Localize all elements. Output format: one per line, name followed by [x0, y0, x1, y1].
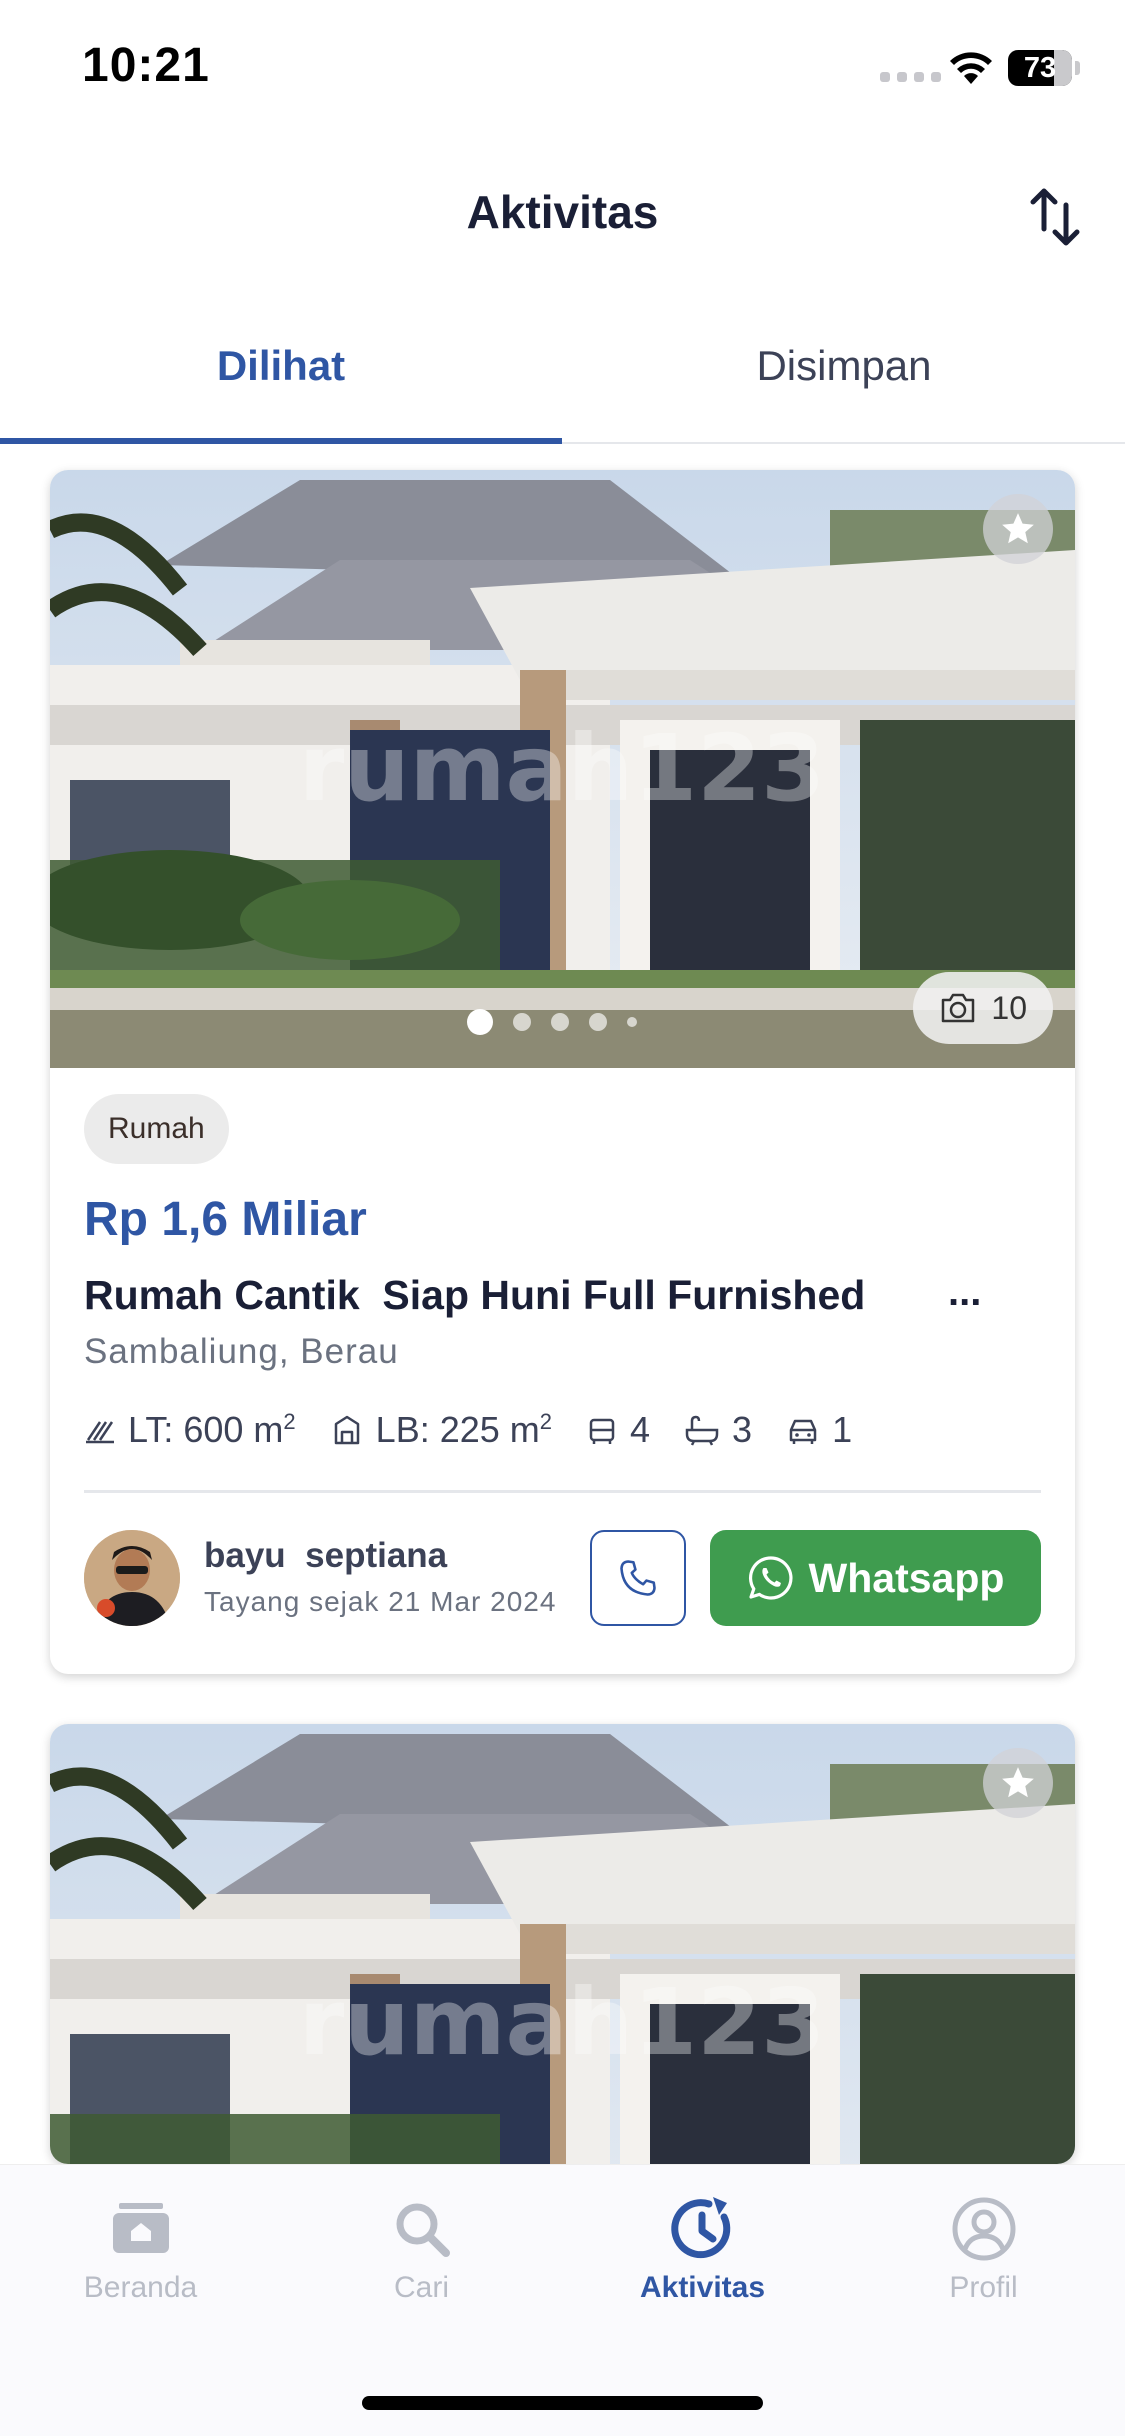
camera-icon	[942, 993, 975, 1023]
building-area-icon	[334, 1415, 359, 1445]
nav-label: Profil	[949, 2271, 1018, 2304]
nav-label: Aktivitas	[639, 2271, 766, 2304]
photo-count: 10	[991, 989, 1027, 1026]
agent-name[interactable]: bayu septiana	[204, 1536, 447, 1576]
status-bar: 10:21 73	[0, 0, 1125, 140]
listing-price: Rp 1,6 Miliar	[84, 1193, 367, 1246]
page-title: Aktivitas	[466, 186, 659, 238]
tab-disimpan[interactable]: Disimpan	[563, 310, 1125, 444]
call-button[interactable]	[590, 1530, 686, 1626]
header: Aktivitas	[0, 160, 1125, 270]
agent-avatar[interactable]	[84, 1530, 180, 1626]
favorite-button[interactable]	[983, 494, 1053, 564]
star-icon	[1002, 1767, 1034, 1798]
land-area-icon	[86, 1421, 114, 1444]
search-icon	[396, 2203, 450, 2257]
home-icon	[112, 2203, 169, 2253]
listing-title[interactable]: Rumah Cantik Siap Huni Full Furnished	[84, 1272, 865, 1319]
title-ellipsis: ...	[948, 1270, 982, 1314]
building-area-spec: LB: 225 m2	[330, 1409, 552, 1451]
tab-indicator	[0, 438, 562, 444]
battery-level: 73	[1023, 52, 1057, 84]
car-icon	[789, 1419, 817, 1444]
sort-button[interactable]	[1025, 185, 1085, 249]
property-type-chip: Rumah	[84, 1094, 229, 1164]
status-time: 10:21	[82, 39, 210, 92]
nav-beranda[interactable]: Beranda	[0, 2195, 281, 2305]
listing-location: Sambaliung, Berau	[84, 1332, 399, 1371]
nav-label: Cari	[393, 2271, 449, 2304]
wifi-icon	[950, 52, 992, 84]
bathroom-spec: 3	[684, 1409, 752, 1451]
whatsapp-label: Whatsapp	[808, 1554, 1005, 1601]
listing-photo[interactable]: rumah123	[50, 1724, 1075, 2164]
tab-bar: Dilihat Disimpan	[0, 310, 1125, 444]
bed-icon	[589, 1418, 615, 1444]
photo-watermark: rumah123	[299, 1969, 825, 2076]
profile-icon	[952, 2197, 1015, 2261]
nav-cari[interactable]: Cari	[281, 2195, 562, 2305]
nav-label: Beranda	[83, 2271, 198, 2304]
tab-dilihat[interactable]: Dilihat	[0, 310, 562, 444]
battery-icon: 73	[1008, 50, 1080, 86]
listing-date: Tayang sejak 21 Mar 2024	[204, 1586, 557, 1617]
listing-card[interactable]: rumah123	[50, 1724, 1075, 2164]
garage-spec: 1	[786, 1409, 852, 1451]
bathtub-icon	[685, 1415, 719, 1446]
whatsapp-icon	[748, 1556, 793, 1600]
nav-profil[interactable]: Profil	[843, 2195, 1124, 2305]
phone-icon	[620, 1560, 656, 1596]
photo-watermark: rumah123	[299, 715, 825, 822]
favorite-button[interactable]	[983, 1748, 1053, 1818]
whatsapp-button[interactable]: Whatsapp	[710, 1530, 1041, 1626]
carousel-indicator	[467, 1009, 637, 1035]
photo-count-badge[interactable]: 10	[913, 972, 1053, 1044]
listing-card[interactable]: rumah123 10 Rumah Rp 1,6 Miliar Rumah Ca…	[50, 470, 1075, 1674]
star-icon	[1002, 513, 1034, 544]
listing-photo[interactable]: rumah123 10	[50, 470, 1075, 1068]
activity-history-icon	[670, 2197, 730, 2259]
nav-aktivitas[interactable]: Aktivitas	[562, 2195, 843, 2305]
home-indicator	[362, 2396, 763, 2410]
land-area-spec: LT: 600 m2	[84, 1409, 296, 1451]
cellular-signal-icon	[880, 72, 941, 82]
bedroom-spec: 4	[586, 1409, 650, 1451]
divider	[84, 1490, 1041, 1493]
listing-specs: LT: 600 m2 LB: 225 m2 4 3 1	[84, 1405, 886, 1455]
